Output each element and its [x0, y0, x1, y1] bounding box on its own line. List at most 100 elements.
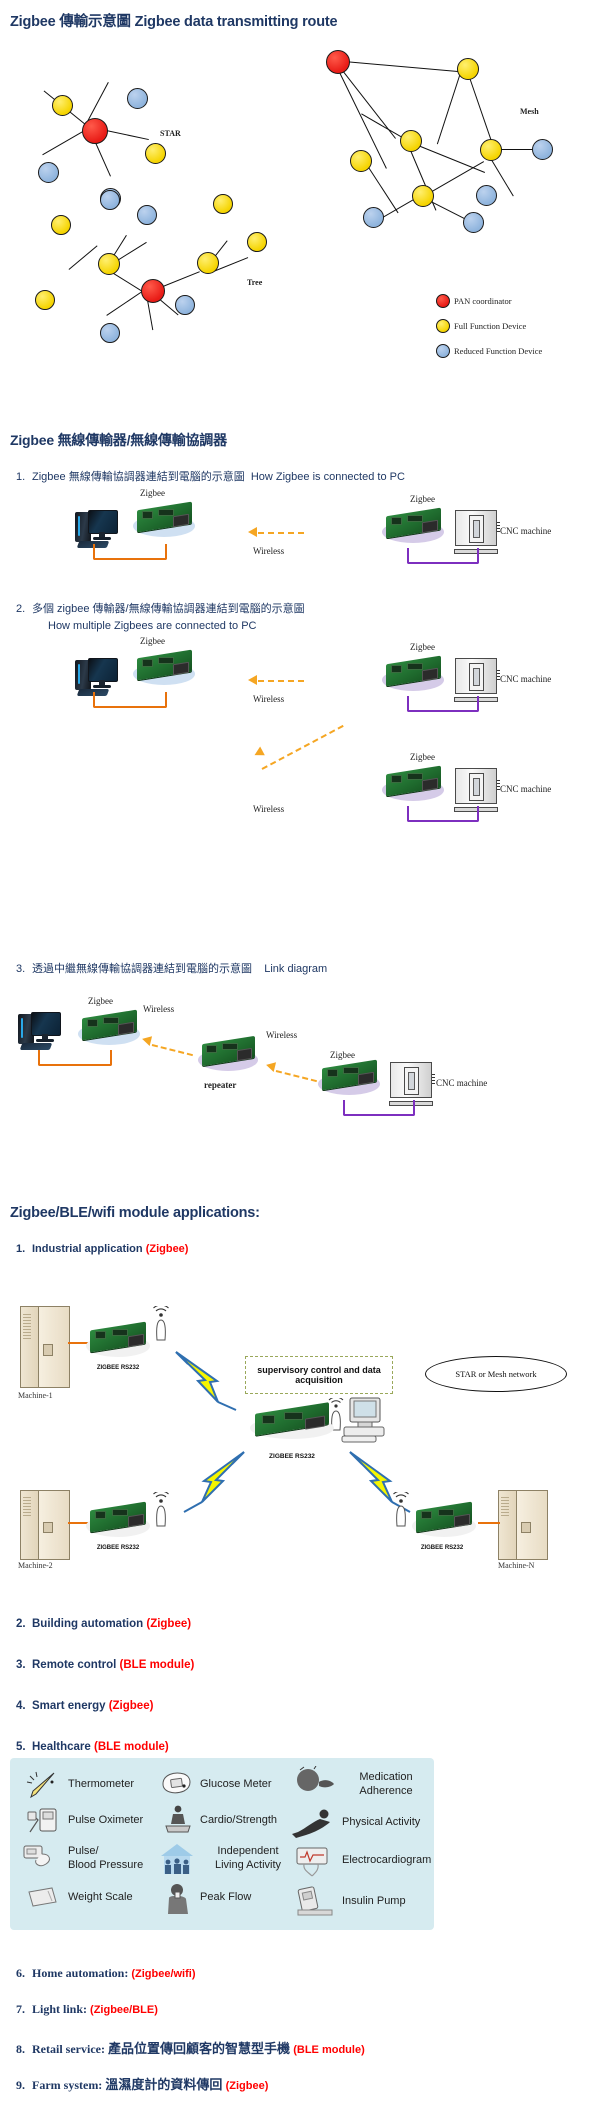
machine-icon	[20, 1490, 70, 1560]
device-label: Pulse Oximeter	[68, 1814, 144, 1826]
section2-title: Zigbee 無線傳輸器/無線傳輸協調器	[10, 432, 227, 448]
list-label: Smart energy	[32, 1700, 109, 1712]
section2-item-1: 1. Zigbee 無線傳輸協調器連結到電腦的示意圖 How Zigbee is …	[16, 468, 576, 484]
antenna-icon	[152, 1490, 170, 1532]
app-item-7: 7. Light link: (Zigbee/BLE)	[16, 2002, 158, 2017]
list-label-en: Link diagram	[264, 963, 328, 975]
blood-pressure-icon	[22, 1842, 62, 1872]
cable-orange	[68, 1342, 88, 1344]
device-label: Peak Flow	[200, 1891, 252, 1903]
list-tag: (Zigbee)	[108, 1700, 154, 1712]
device-label: Glucose Meter	[200, 1778, 272, 1790]
zigbee-rs232-label: ZIGBEE RS232	[96, 1365, 140, 1371]
node-reduced-function	[363, 207, 384, 228]
zigbee-board-icon	[133, 501, 195, 542]
star-label: STAR	[160, 129, 181, 138]
node-reduced-function	[137, 205, 157, 225]
device-label: Physical Activity	[342, 1816, 421, 1828]
serial-cable-purple	[407, 696, 479, 712]
section2-item-2-en: How multiple Zigbees are connected to PC	[48, 620, 257, 632]
device-label: Medication Adherence	[340, 1770, 432, 1798]
zigbee-board-icon	[382, 765, 444, 806]
list-index: 5.	[16, 1741, 26, 1753]
antenna-icon	[152, 1304, 170, 1346]
node-full-function	[197, 252, 219, 274]
node-pan-coordinator	[82, 118, 108, 144]
machine-label: Machine-2	[18, 1561, 53, 1570]
wireless-bolt-icon	[178, 1450, 248, 1520]
wireless-link-dashed-diagonal	[261, 724, 344, 770]
zigbee-label: Zigbee	[330, 1050, 355, 1060]
node-pan-coordinator	[326, 50, 350, 74]
legend-label: Reduced Function Device	[454, 346, 543, 356]
list-index: 9.	[16, 2078, 25, 2092]
list-label-zh: 多個 zigbee 傳輸器/無線傳輸協調器連結到電腦的示意圖	[32, 603, 305, 615]
wireless-arrow-icon	[248, 527, 257, 537]
wireless-arrow-icon	[248, 675, 257, 685]
list-index: 1.	[16, 471, 26, 483]
list-index: 3.	[16, 963, 26, 975]
list-label-en: How Zigbee is connected to PC	[250, 471, 405, 483]
list-index: 6.	[16, 1966, 25, 1980]
node-pan-coordinator	[141, 279, 165, 303]
app-item-6: 6. Home automation: (Zigbee/wifi)	[16, 1966, 196, 1981]
list-label: Retail service:	[32, 2042, 108, 2056]
cnc-machine-label: CNC machine	[500, 526, 552, 536]
app-item-5: 5. Healthcare (BLE module)	[16, 1741, 169, 1753]
list-label-zh: Zigbee 無線傳輸協調器連結到電腦的示意圖	[32, 471, 245, 483]
node-full-function	[457, 58, 479, 80]
zigbee-board-icon	[78, 1009, 140, 1050]
cable-orange	[478, 1522, 500, 1524]
node-reduced-function	[463, 212, 484, 233]
machine-label: Machine-1	[18, 1391, 53, 1400]
node-full-function	[51, 215, 71, 235]
mesh-label: Mesh	[520, 107, 539, 116]
legend-label: Full Function Device	[454, 321, 527, 331]
zigbee-label: Zigbee	[140, 636, 165, 646]
wireless-label: Wireless	[143, 1004, 175, 1014]
node-full-function	[400, 130, 422, 152]
zigbee-label: Zigbee	[410, 494, 435, 504]
zigbee-board-icon	[318, 1059, 380, 1100]
zigbee-rs232-board-icon	[250, 1402, 334, 1454]
wireless-label: Wireless	[253, 694, 285, 704]
section1-title: Zigbee 傳輸示意圖 Zigbee data transmitting ro…	[10, 14, 338, 30]
list-label: Light link:	[32, 2002, 91, 2016]
node-reduced-function	[38, 162, 59, 183]
wireless-arrow-icon	[264, 1060, 277, 1072]
machine-icon	[20, 1306, 70, 1388]
medication-adherence-icon	[292, 1765, 336, 1804]
node-full-function	[480, 139, 502, 161]
physical-activity-icon	[290, 1808, 338, 1840]
list-tag: (Zigbee/BLE)	[90, 2004, 158, 2016]
device-label-line2: Blood Pressure	[68, 1859, 144, 1871]
antenna-icon	[392, 1490, 410, 1532]
node-reduced-function	[532, 139, 553, 160]
list-index: 4.	[16, 1700, 26, 1712]
wireless-label: Wireless	[253, 546, 285, 556]
tree-label: Tree	[247, 278, 263, 287]
device-label-line1: Medication	[359, 1771, 413, 1783]
node-reduced-function	[127, 88, 148, 109]
thermometer-icon	[26, 1770, 60, 1800]
list-label: Home automation:	[32, 1966, 132, 1980]
list-index: 2.	[16, 603, 26, 615]
list-tag: (Zigbee)	[145, 1243, 189, 1255]
healthcare-devices-panel: Thermometer Pulse Oximeter Pulse/ Blood …	[10, 1758, 434, 1930]
cnc-machine-label: CNC machine	[500, 674, 552, 684]
node-full-function	[350, 150, 372, 172]
diagram-zigbee-to-pc: Zigbee Zigbee Wireless CNC machine	[0, 488, 590, 596]
device-label: Weight Scale	[68, 1891, 133, 1903]
cnc-machine-label: CNC machine	[436, 1078, 488, 1088]
zigbee-rs232-board-icon	[86, 1321, 150, 1362]
list-index: 2.	[16, 1618, 26, 1630]
list-tag: (BLE module)	[94, 1741, 169, 1753]
legend-label: PAN coordinator	[454, 296, 512, 306]
cable-orange	[68, 1522, 88, 1524]
list-tag: (BLE module)	[293, 2044, 365, 2056]
app-item-1: 1. Industrial application (Zigbee)	[16, 1243, 188, 1255]
list-tag: (Zigbee)	[146, 1618, 192, 1630]
repeater-label: repeater	[204, 1080, 237, 1090]
app-item-8: 8. Retail service: 產品位置傳回顧客的智慧型手機 (BLE mo…	[16, 2038, 365, 2057]
serial-cable-purple	[407, 548, 479, 564]
